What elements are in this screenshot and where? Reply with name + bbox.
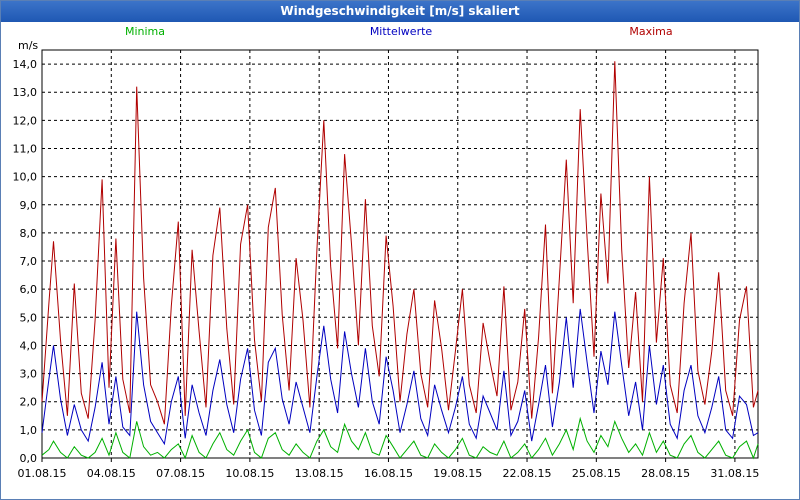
y-tick-label: 9,0 bbox=[20, 199, 38, 212]
y-tick-label: 14,0 bbox=[13, 58, 38, 71]
y-tick-label: 3,0 bbox=[20, 368, 38, 381]
x-tick-label: 31.08.15 bbox=[710, 467, 759, 480]
x-tick-label: 28.08.15 bbox=[641, 467, 690, 480]
y-tick-label: 13,0 bbox=[13, 86, 38, 99]
chart-legend: Minima Mittelwerte Maxima bbox=[125, 25, 673, 38]
y-tick-label: 5,0 bbox=[20, 311, 38, 324]
x-tick-label: 22.08.15 bbox=[503, 467, 552, 480]
x-tick-label: 10.08.15 bbox=[225, 467, 274, 480]
y-tick-label: 6,0 bbox=[20, 283, 38, 296]
x-tick-label: 01.08.15 bbox=[18, 467, 67, 480]
y-axis-ticks: 0,0 1,0 2,0 3,0 4,0 5,0 6,0 7,0 8,0 9,0 10,0 11,0 12… bbox=[13, 58, 38, 465]
legend-mittelwerte: Mittelwerte bbox=[370, 25, 433, 38]
legend-maxima: Maxima bbox=[629, 25, 672, 38]
x-tick-label: 13.08.15 bbox=[295, 467, 344, 480]
y-tick-label: 2,0 bbox=[20, 396, 38, 409]
x-tick-label: 16.08.15 bbox=[364, 467, 413, 480]
y-tick-label: 8,0 bbox=[20, 227, 38, 240]
y-tick-label: 10,0 bbox=[13, 171, 38, 184]
x-tick-label: 19.08.15 bbox=[433, 467, 482, 480]
legend-minima: Minima bbox=[125, 25, 165, 38]
y-tick-label: 7,0 bbox=[20, 255, 38, 268]
x-tick-label: 25.08.15 bbox=[572, 467, 621, 480]
y-tick-label: 4,0 bbox=[20, 339, 38, 352]
x-tick-label: 04.08.15 bbox=[87, 467, 136, 480]
y-tick-label: 11,0 bbox=[13, 142, 38, 155]
y-tick-label: 12,0 bbox=[13, 114, 38, 127]
y-tick-label: 0,0 bbox=[20, 452, 38, 465]
x-axis-ticks: 01.08.15 04.08.15 07.08.15 10.08.15 13.08.15… bbox=[18, 458, 759, 480]
y-axis-label: m/s bbox=[18, 39, 38, 52]
y-tick-label: 1,0 bbox=[20, 424, 38, 437]
line-chart: 0,0 1,0 2,0 3,0 4,0 5,0 6,0 7,0 8,0 9,0 10,0 11,0 12… bbox=[13, 25, 760, 480]
x-tick-label: 07.08.15 bbox=[156, 467, 205, 480]
